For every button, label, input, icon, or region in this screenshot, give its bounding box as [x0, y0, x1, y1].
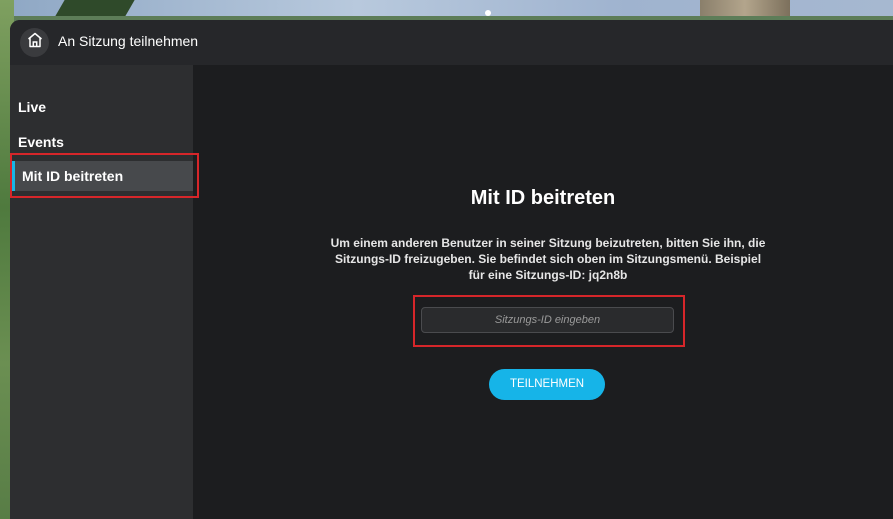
sidebar: Live Events Mit ID beitreten	[10, 65, 193, 519]
home-button[interactable]	[20, 28, 49, 57]
instructions-text: Um einem anderen Benutzer in seiner Sitz…	[330, 236, 766, 282]
main-panel: Mit ID beitreten Um einem anderen Benutz…	[193, 65, 893, 519]
sidebar-item-join-by-id[interactable]: Mit ID beitreten	[10, 161, 193, 191]
sidebar-item-label: Events	[18, 134, 64, 150]
sidebar-item-live[interactable]: Live	[10, 92, 193, 122]
join-button[interactable]: TEILNEHMEN	[489, 369, 605, 400]
page-title: Mit ID beitreten	[470, 187, 616, 209]
scenery-dot	[485, 10, 491, 16]
window-title: An Sitzung teilnehmen	[58, 33, 199, 49]
scenery-rock	[700, 0, 790, 16]
sidebar-item-label: Mit ID beitreten	[22, 168, 124, 184]
home-icon	[26, 31, 44, 54]
titlebar: An Sitzung teilnehmen	[10, 20, 893, 65]
sidebar-item-label: Live	[18, 99, 47, 115]
sidebar-item-events[interactable]: Events	[10, 127, 193, 157]
scenery-shape	[55, 0, 135, 16]
session-id-input[interactable]	[421, 307, 674, 333]
join-session-window: An Sitzung teilnehmen Live Events Mit ID…	[10, 20, 893, 519]
